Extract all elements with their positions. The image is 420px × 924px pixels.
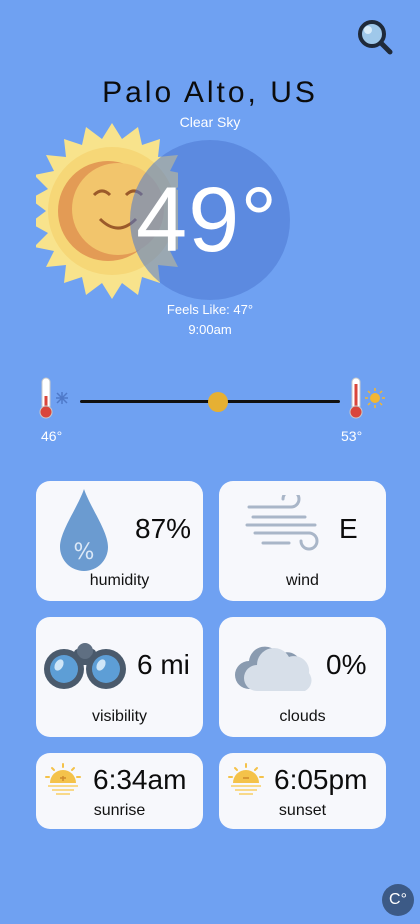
temp-range-thumb[interactable] (208, 392, 228, 412)
clouds-value: 0% (326, 649, 367, 680)
humidity-label: humidity (89, 572, 150, 589)
svg-text:%: % (74, 540, 95, 565)
sunset-value: 6:05pm (274, 764, 368, 795)
sunrise-label: sunrise (93, 802, 146, 819)
thermometer-cold-icon (39, 377, 68, 419)
clouds-card: 0% clouds (219, 617, 386, 737)
wind-icon (245, 495, 319, 551)
clouds-label: clouds (279, 708, 326, 725)
temp-high: 53° (341, 428, 363, 444)
sunset-label: sunset (278, 802, 327, 819)
sunrise-icon (45, 763, 81, 795)
humidity-card: % 87% humidity (36, 481, 203, 601)
feels-like: Feels Like: 47° (166, 302, 254, 317)
wind-value: E (339, 513, 358, 544)
visibility-card: 6 mi visibility (36, 617, 203, 737)
binoculars-icon (44, 643, 126, 689)
search-icon (358, 20, 393, 55)
unit-toggle-button[interactable]: C° (382, 884, 414, 916)
visibility-label: visibility (91, 708, 148, 725)
cloud-icon (235, 646, 312, 691)
observation-time: 9:00am (188, 322, 232, 337)
sunrise-value: 6:34am (93, 764, 187, 795)
thermometer-hot-icon (349, 377, 385, 419)
temp-low: 46° (41, 428, 63, 444)
sunset-card: 6:05pm sunset (219, 753, 386, 829)
wind-card: E wind (219, 481, 386, 601)
humidity-value: 87% (135, 513, 192, 544)
sunset-icon (228, 763, 264, 795)
search-button[interactable] (352, 14, 396, 58)
sunrise-card: 6:34am sunrise (36, 753, 203, 829)
humidity-drop-icon: % (60, 489, 108, 571)
city-name: Palo Alto, US (102, 76, 318, 109)
visibility-value: 6 mi (137, 649, 190, 680)
current-temperature: 49° (136, 169, 279, 271)
wind-label: wind (286, 572, 319, 589)
